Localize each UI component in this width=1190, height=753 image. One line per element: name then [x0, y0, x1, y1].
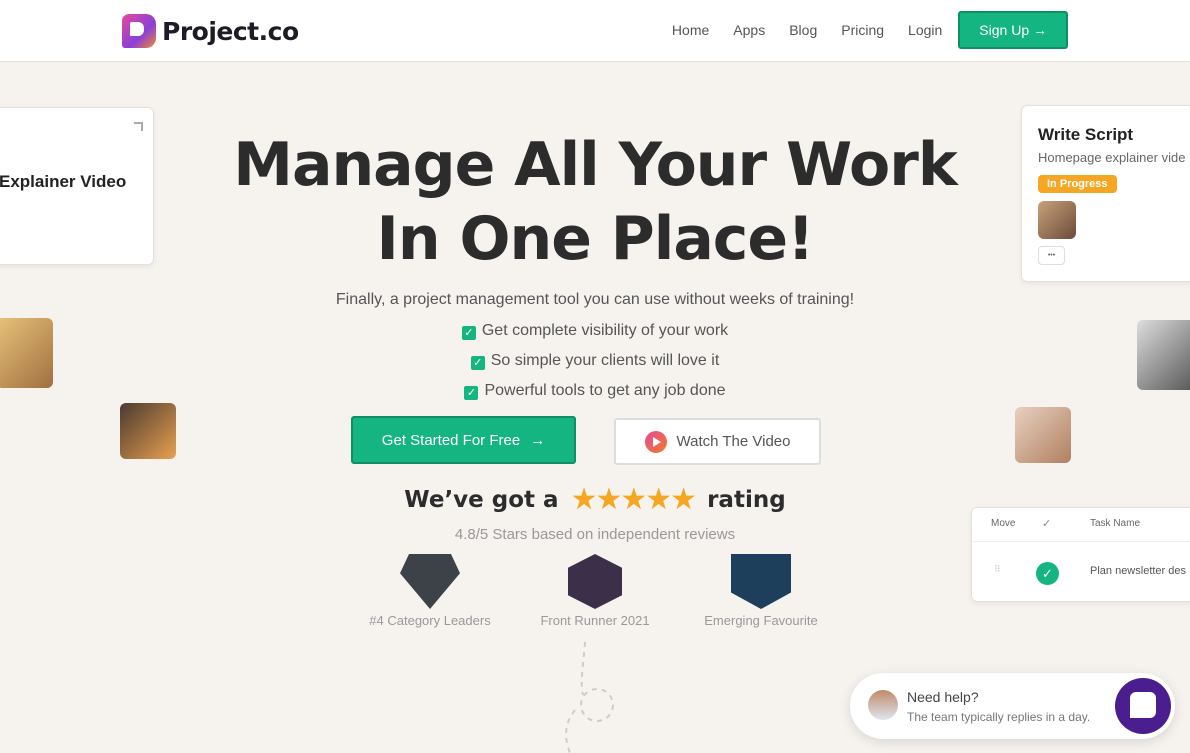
- getapp-badge-icon: [400, 554, 460, 609]
- button-label: Get Started For Free: [381, 431, 521, 449]
- feature-item: ✓ So simple your clients will love it: [0, 351, 1190, 381]
- feature-item: ✓ Powerful tools to get any job done: [0, 381, 1190, 411]
- arrow-right-icon: →: [530, 431, 546, 449]
- chat-title: Need help?: [907, 689, 979, 705]
- checkbox-icon: ✓: [461, 326, 476, 340]
- badge-label: #4 Category Leaders: [369, 613, 491, 628]
- nav-apps[interactable]: Apps: [733, 22, 765, 38]
- avatar: [120, 403, 176, 459]
- feature-text: Powerful tools to get any job done: [484, 382, 726, 399]
- badge-label: Front Runner 2021: [540, 613, 650, 628]
- task-table: Move ✓ Task Name ⠿ ✓ Plan newsletter des: [971, 507, 1190, 602]
- feature-list: ✓ Get complete visibility of your work ✓ S…: [0, 321, 1190, 411]
- star-icons: ★★★★★: [570, 482, 697, 517]
- get-started-button[interactable]: Get Started For Free →: [351, 416, 576, 464]
- signup-button[interactable]: Sign Up →: [958, 11, 1068, 49]
- checkbox-icon: ✓: [464, 386, 479, 400]
- nav-pricing[interactable]: Pricing: [841, 22, 884, 38]
- rating-prefix: We’ve got a: [404, 487, 559, 513]
- hero-title: Manage All Your Work In One Place!: [0, 128, 1190, 276]
- drag-handle-icon[interactable]: ⠿: [994, 564, 1001, 575]
- software-advice-badge-icon: [568, 554, 622, 609]
- header: Project.co Home Apps Blog Pricing Login …: [0, 0, 1190, 62]
- checkbox-icon: ✓: [470, 356, 485, 370]
- nav-login[interactable]: Login: [908, 22, 942, 38]
- title-line: Manage All Your Work: [233, 130, 958, 200]
- support-avatar: [868, 690, 898, 720]
- badge-capterra: Emerging Favourite: [681, 554, 841, 628]
- task-name: Plan newsletter des: [1090, 565, 1186, 577]
- nav-blog[interactable]: Blog: [789, 22, 817, 38]
- feature-item: ✓ Get complete visibility of your work: [0, 321, 1190, 351]
- watch-video-button[interactable]: Watch The Video: [614, 418, 821, 465]
- feature-text: Get complete visibility of your work: [481, 322, 729, 339]
- feature-text: So simple your clients will love it: [490, 352, 720, 369]
- hero-subtitle: Finally, a project management tool you c…: [335, 291, 855, 308]
- main-nav: Home Apps Blog Pricing Login Sign Up →: [660, 11, 1080, 49]
- play-icon: [644, 430, 667, 453]
- button-label: Watch The Video: [676, 433, 791, 450]
- chat-subtitle: The team typically replies in a day.: [907, 710, 1091, 724]
- badge-label: Emerging Favourite: [704, 613, 818, 628]
- title-line: In One Place!: [376, 204, 815, 274]
- logo[interactable]: Project.co: [122, 14, 299, 48]
- rating-suffix: rating: [707, 487, 786, 513]
- badge-software-advice: Front Runner 2021: [515, 554, 675, 628]
- chat-launcher-icon[interactable]: [1115, 678, 1171, 734]
- logo-text: Project.co: [162, 16, 299, 46]
- capterra-badge-icon: [731, 554, 791, 609]
- dashed-path-decoration: [565, 641, 614, 753]
- avatar: [1015, 407, 1071, 463]
- rating-heading: We’ve got a ★★★★★ rating: [0, 482, 1190, 517]
- rating-subtitle: 4.8/5 Stars based on independent reviews: [454, 526, 736, 543]
- logo-icon: [122, 14, 156, 48]
- badge-getapp: #4 Category Leaders: [350, 554, 510, 628]
- nav-home[interactable]: Home: [672, 22, 709, 38]
- done-check-icon[interactable]: ✓: [1036, 562, 1059, 585]
